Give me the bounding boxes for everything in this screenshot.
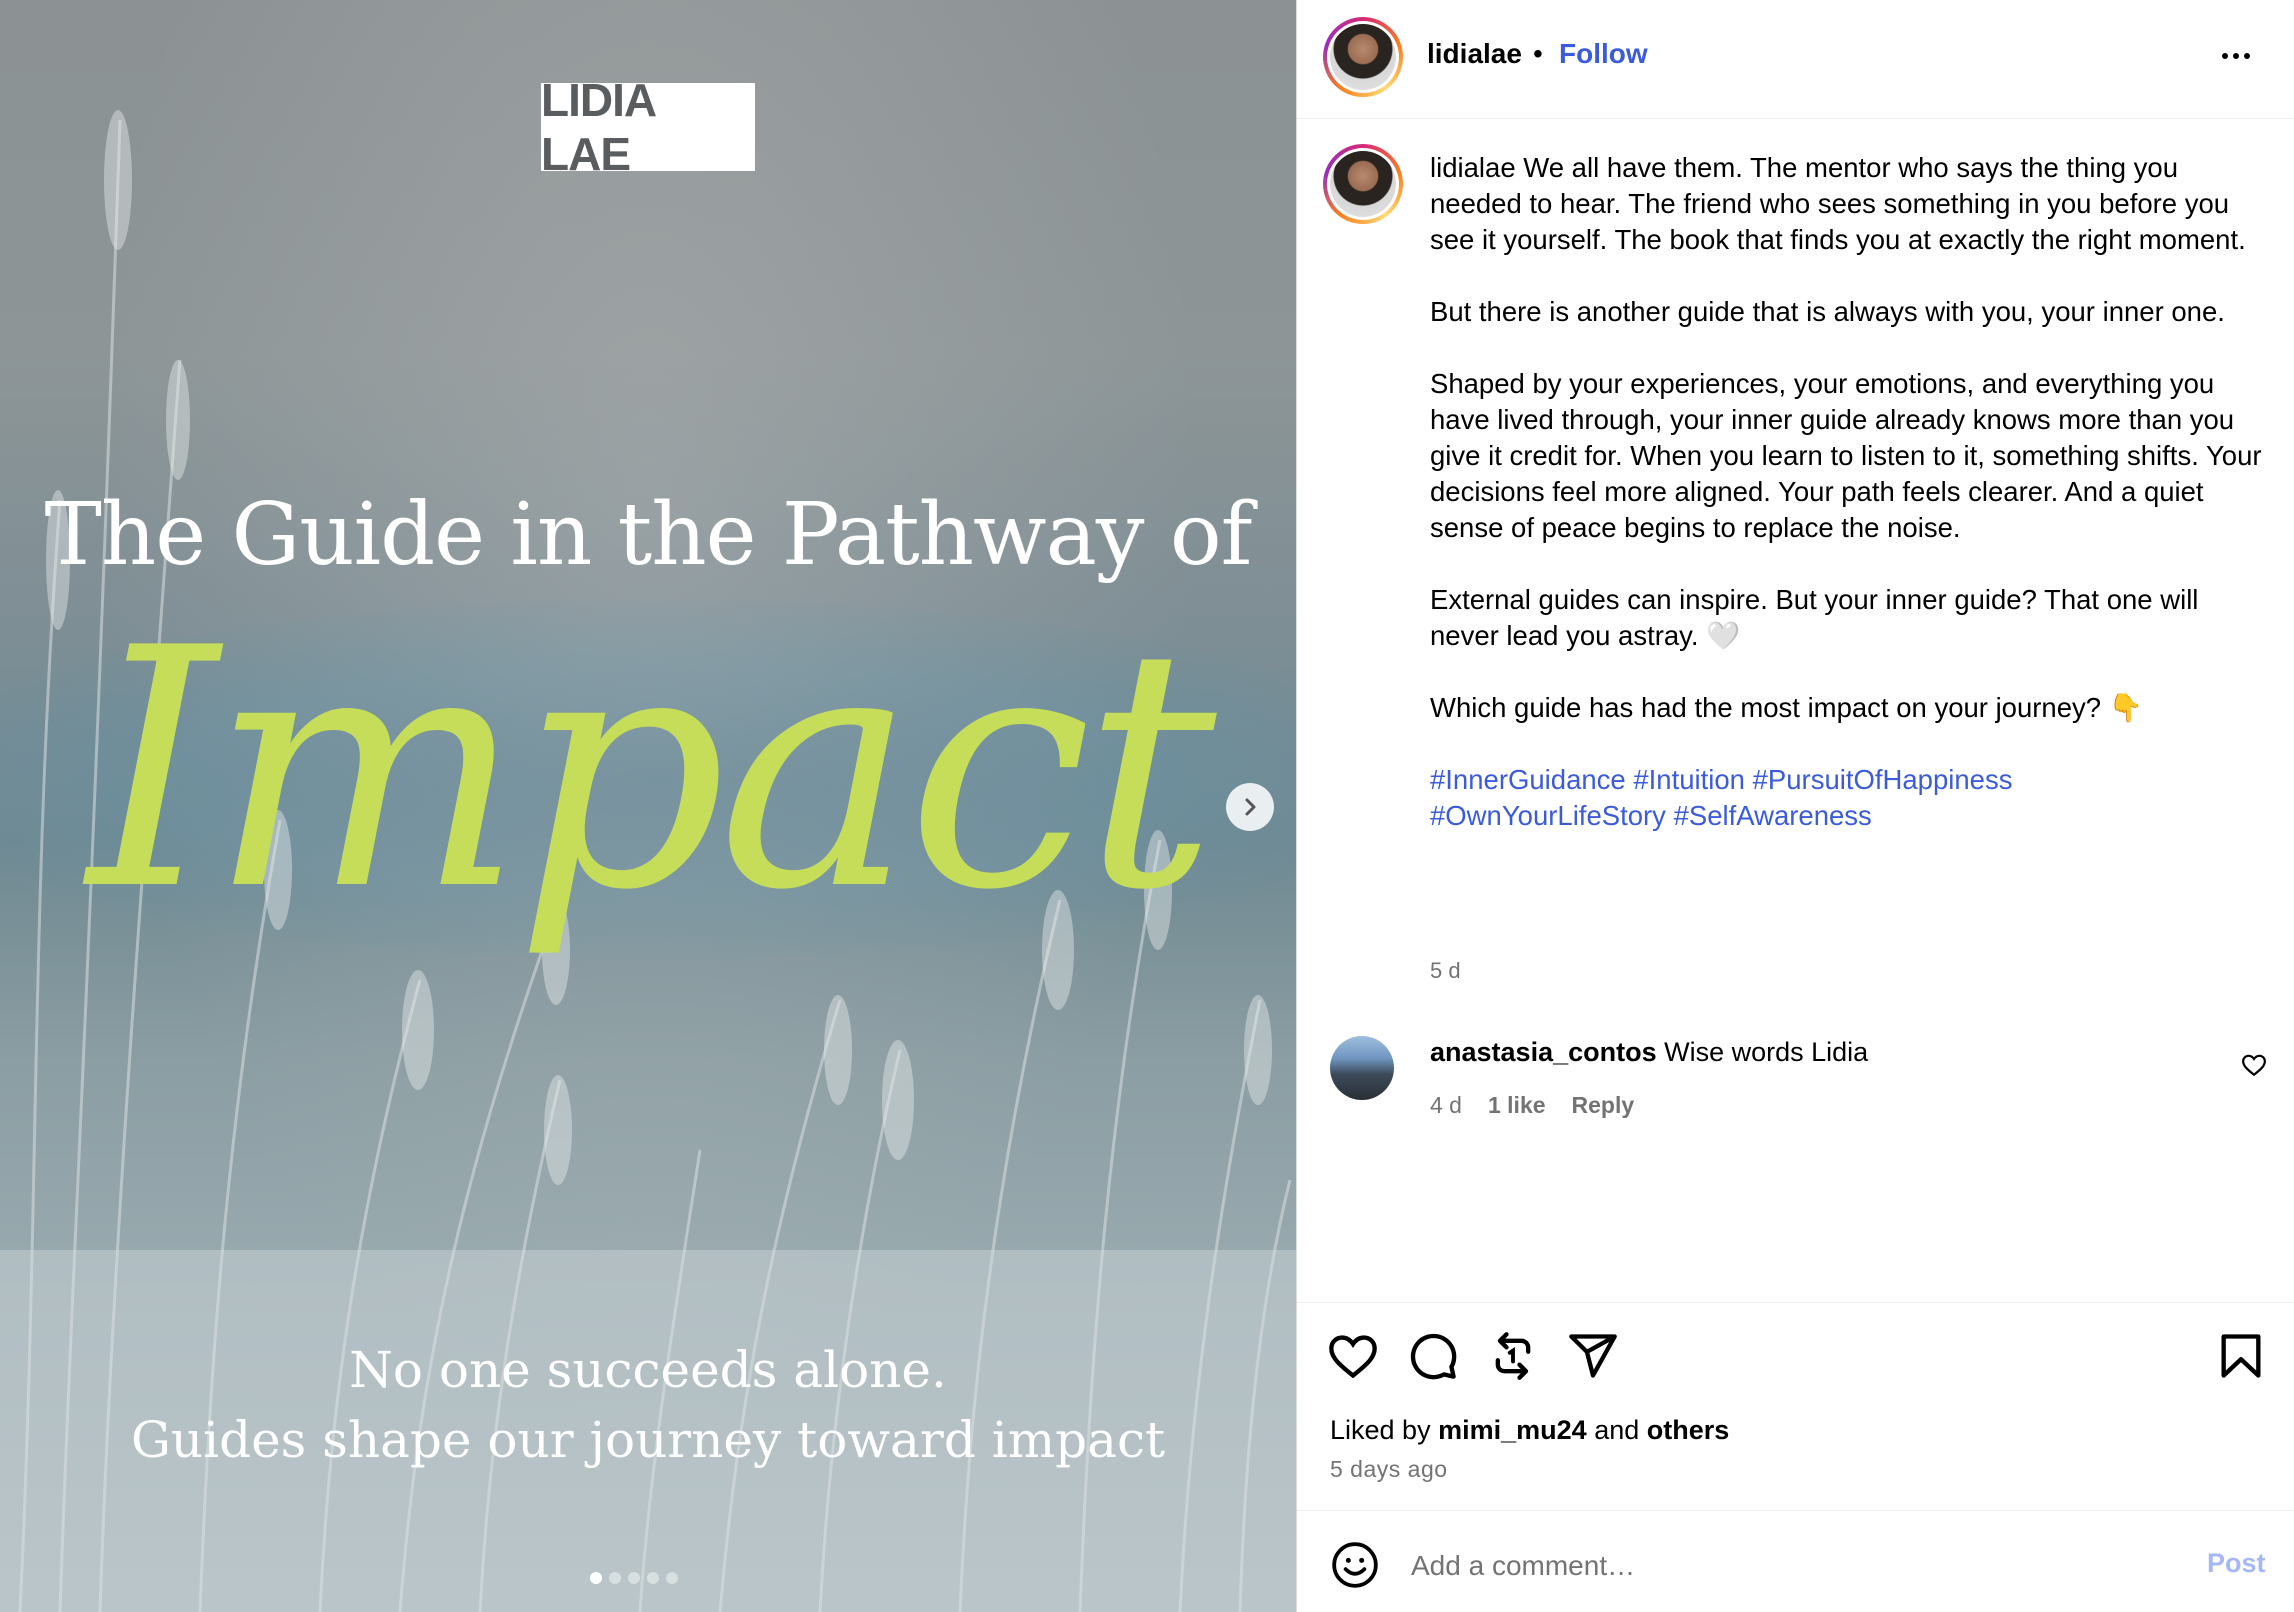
author-avatar[interactable] xyxy=(1323,17,1403,97)
caption-paragraph: We all have them. The mentor who says th… xyxy=(1430,152,2246,255)
post-comment-button[interactable]: Post xyxy=(2207,1548,2266,1579)
hashtag-link[interactable]: #PursuitOfHappiness xyxy=(1753,764,2013,795)
post-date[interactable]: 5 days ago xyxy=(1330,1456,1448,1483)
hashtag-link[interactable]: #SelfAwareness xyxy=(1674,800,1872,831)
comment-like-icon[interactable] xyxy=(2241,1052,2267,1078)
emoji-icon[interactable] xyxy=(1330,1540,1380,1590)
carousel-dot xyxy=(609,1572,621,1584)
author-username[interactable]: lidialae xyxy=(1427,38,1522,70)
hashtag-list: #InnerGuidance #Intuition #PursuitOfHapp… xyxy=(1430,762,2270,834)
media-subtitle-line-2: Guides shape our journey toward impact xyxy=(130,1411,1166,1469)
next-slide-button[interactable] xyxy=(1226,783,1274,831)
liked-prefix: Liked by xyxy=(1330,1415,1431,1445)
commenter-username[interactable]: anastasia_contos xyxy=(1430,1037,1657,1067)
media-subtitle: No one succeeds alone. Guides shape our … xyxy=(0,1335,1296,1475)
carousel-dots xyxy=(590,1572,678,1584)
comment-divider xyxy=(1297,1510,2294,1512)
repost-icon[interactable] xyxy=(1487,1330,1539,1382)
post-media: LIDIA LAE The Guide in the Pathway of Im… xyxy=(0,0,1296,1612)
comment-input[interactable] xyxy=(1409,1544,2173,1588)
carousel-dot xyxy=(628,1572,640,1584)
liked-others-link[interactable]: others xyxy=(1647,1415,1730,1445)
comment-time[interactable]: 4 d xyxy=(1430,1092,1462,1119)
header-separator: • xyxy=(1533,38,1543,69)
carousel-dot-active xyxy=(590,1572,602,1584)
more-icon[interactable] xyxy=(2222,42,2262,70)
post-side-panel: lidialae • Follow lidialae We all have t… xyxy=(1296,0,2294,1612)
hashtag-link[interactable]: #Intuition xyxy=(1633,764,1745,795)
liked-and: and xyxy=(1594,1415,1640,1445)
comment-icon[interactable] xyxy=(1407,1330,1459,1382)
post-caption: lidialae We all have them. The mentor wh… xyxy=(1430,150,2270,870)
commenter-avatar[interactable] xyxy=(1330,1036,1394,1100)
media-title: The Guide in the Pathway of xyxy=(44,485,1253,585)
bookmark-icon[interactable] xyxy=(2215,1330,2267,1382)
brand-logo: LIDIA LAE xyxy=(541,74,755,180)
comment: anastasia_contos Wise words Lidia xyxy=(1430,1037,1868,1068)
comment-meta: 4 d 1 like Reply xyxy=(1430,1092,1634,1119)
carousel-dot xyxy=(666,1572,678,1584)
caption-username[interactable]: lidialae xyxy=(1430,152,1516,183)
heart-icon[interactable] xyxy=(1327,1330,1379,1382)
caption-paragraph: External guides can inspire. But your in… xyxy=(1430,584,2199,651)
comment-likes[interactable]: 1 like xyxy=(1488,1092,1546,1119)
caption-paragraph: Shaped by your experiences, your emotion… xyxy=(1430,368,2262,543)
carousel-dot xyxy=(647,1572,659,1584)
caption-paragraph: Which guide has had the most impact on y… xyxy=(1430,692,2143,723)
likes-summary: Liked by mimi_mu24 and others xyxy=(1330,1415,1729,1446)
caption-timestamp[interactable]: 5 d xyxy=(1430,958,1461,984)
actions-divider xyxy=(1297,1302,2294,1304)
comment-body: Wise words Lidia xyxy=(1664,1037,1869,1067)
hashtag-link[interactable]: #OwnYourLifeStory xyxy=(1430,800,1666,831)
media-script-title: Impact xyxy=(87,578,1217,962)
hashtag-link[interactable]: #InnerGuidance xyxy=(1430,764,1626,795)
liked-user-link[interactable]: mimi_mu24 xyxy=(1438,1415,1587,1445)
caption-avatar[interactable] xyxy=(1323,144,1403,224)
media-subtitle-line-1: No one succeeds alone. xyxy=(349,1341,947,1399)
post-header: lidialae • Follow xyxy=(1297,0,2294,119)
reply-button[interactable]: Reply xyxy=(1572,1092,1635,1119)
share-icon[interactable] xyxy=(1567,1330,1619,1382)
chevron-right-icon xyxy=(1245,798,1256,816)
follow-button[interactable]: Follow xyxy=(1559,38,1648,70)
caption-paragraph: But there is another guide that is alway… xyxy=(1430,296,2225,327)
